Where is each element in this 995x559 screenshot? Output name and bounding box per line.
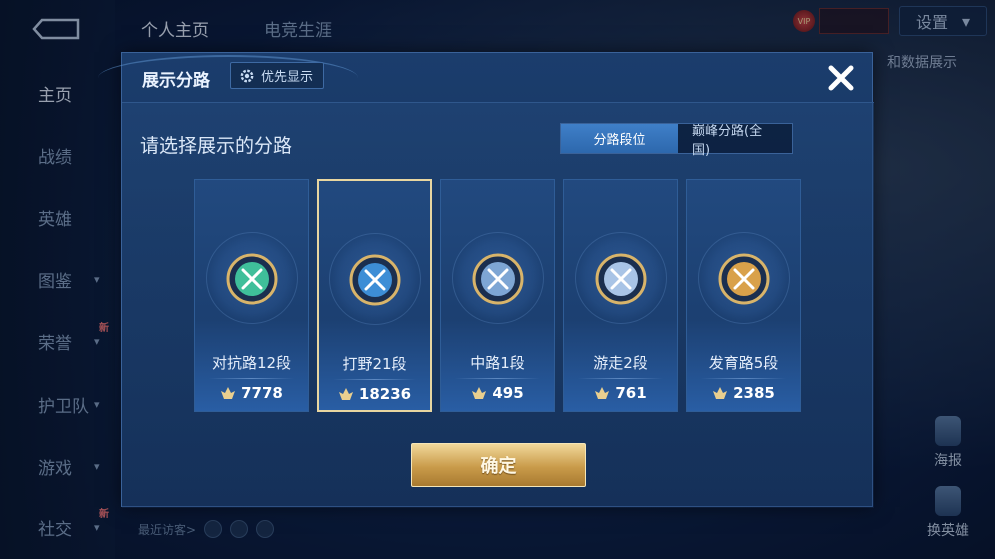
divider <box>209 378 294 379</box>
lane-score: 2385 <box>687 384 800 402</box>
divider <box>455 378 540 379</box>
farm-lane-emblem-icon <box>718 253 769 305</box>
priority-display-button[interactable]: 优先显示 <box>230 62 325 89</box>
close-button[interactable] <box>824 61 858 95</box>
lane-score-value: 495 <box>492 384 524 402</box>
lane-score: 7778 <box>195 384 308 402</box>
lane-mode-toggle: 分路段位 巅峰分路(全国) <box>560 123 793 158</box>
clash-lane-emblem-icon <box>226 253 277 305</box>
power-crest-icon <box>221 387 236 399</box>
power-crest-icon <box>472 387 487 399</box>
roam-wings-emblem-icon <box>595 253 646 305</box>
lane-rank-label: 中路1段 <box>470 354 525 372</box>
lane-display-dialog: 展示分路 优先显示 请选择展示的分路 分路段位 巅峰分路(全国) 对抗路12段 7… <box>98 52 874 508</box>
mid-lane-emblem-icon <box>472 253 523 305</box>
confirm-button[interactable]: 确定 <box>411 443 586 487</box>
lane-score: 761 <box>564 384 677 402</box>
lane-card[interactable]: 打野21段 18236 <box>317 179 432 412</box>
dialog-title: 展示分路 <box>142 71 210 91</box>
lane-emblem <box>594 252 648 306</box>
lane-score: 18236 <box>319 385 430 403</box>
lane-card[interactable]: 对抗路12段 7778 <box>194 179 309 412</box>
lane-rank-label: 对抗路12段 <box>211 354 292 372</box>
divider <box>701 378 786 379</box>
lane-emblem <box>471 252 525 306</box>
select-lane-prompt: 请选择展示的分路 <box>140 135 293 157</box>
lane-card[interactable]: 中路1段 495 <box>440 179 555 412</box>
tab-lane-rank[interactable]: 分路段位 <box>561 124 678 153</box>
power-crest-icon <box>595 387 610 399</box>
lane-rank-label: 发育路5段 <box>708 354 779 372</box>
close-icon <box>828 65 854 91</box>
lane-rank-label: 打野21段 <box>342 355 407 373</box>
divider <box>333 379 416 380</box>
lane-score-value: 18236 <box>358 385 412 403</box>
lane-rank-label: 游走2段 <box>593 354 648 372</box>
lane-card[interactable]: 发育路5段 2385 <box>686 179 801 412</box>
priority-display-label: 优先显示 <box>261 70 314 85</box>
divider <box>578 378 663 379</box>
lane-emblem <box>717 252 771 306</box>
power-crest-icon <box>713 387 728 399</box>
lane-emblem <box>348 253 402 307</box>
power-crest-icon <box>338 388 353 400</box>
lane-score: 495 <box>441 384 554 402</box>
lane-score-value: 2385 <box>733 384 775 402</box>
gear-icon <box>240 69 254 82</box>
jungle-dragon-emblem-icon <box>349 254 400 306</box>
tab-peak-lane-national[interactable]: 巅峰分路(全国) <box>678 124 792 158</box>
lane-emblem <box>225 252 279 306</box>
lane-score-value: 7778 <box>241 384 283 402</box>
lane-card[interactable]: 游走2段 761 <box>563 179 678 412</box>
lane-score-value: 761 <box>615 384 647 402</box>
